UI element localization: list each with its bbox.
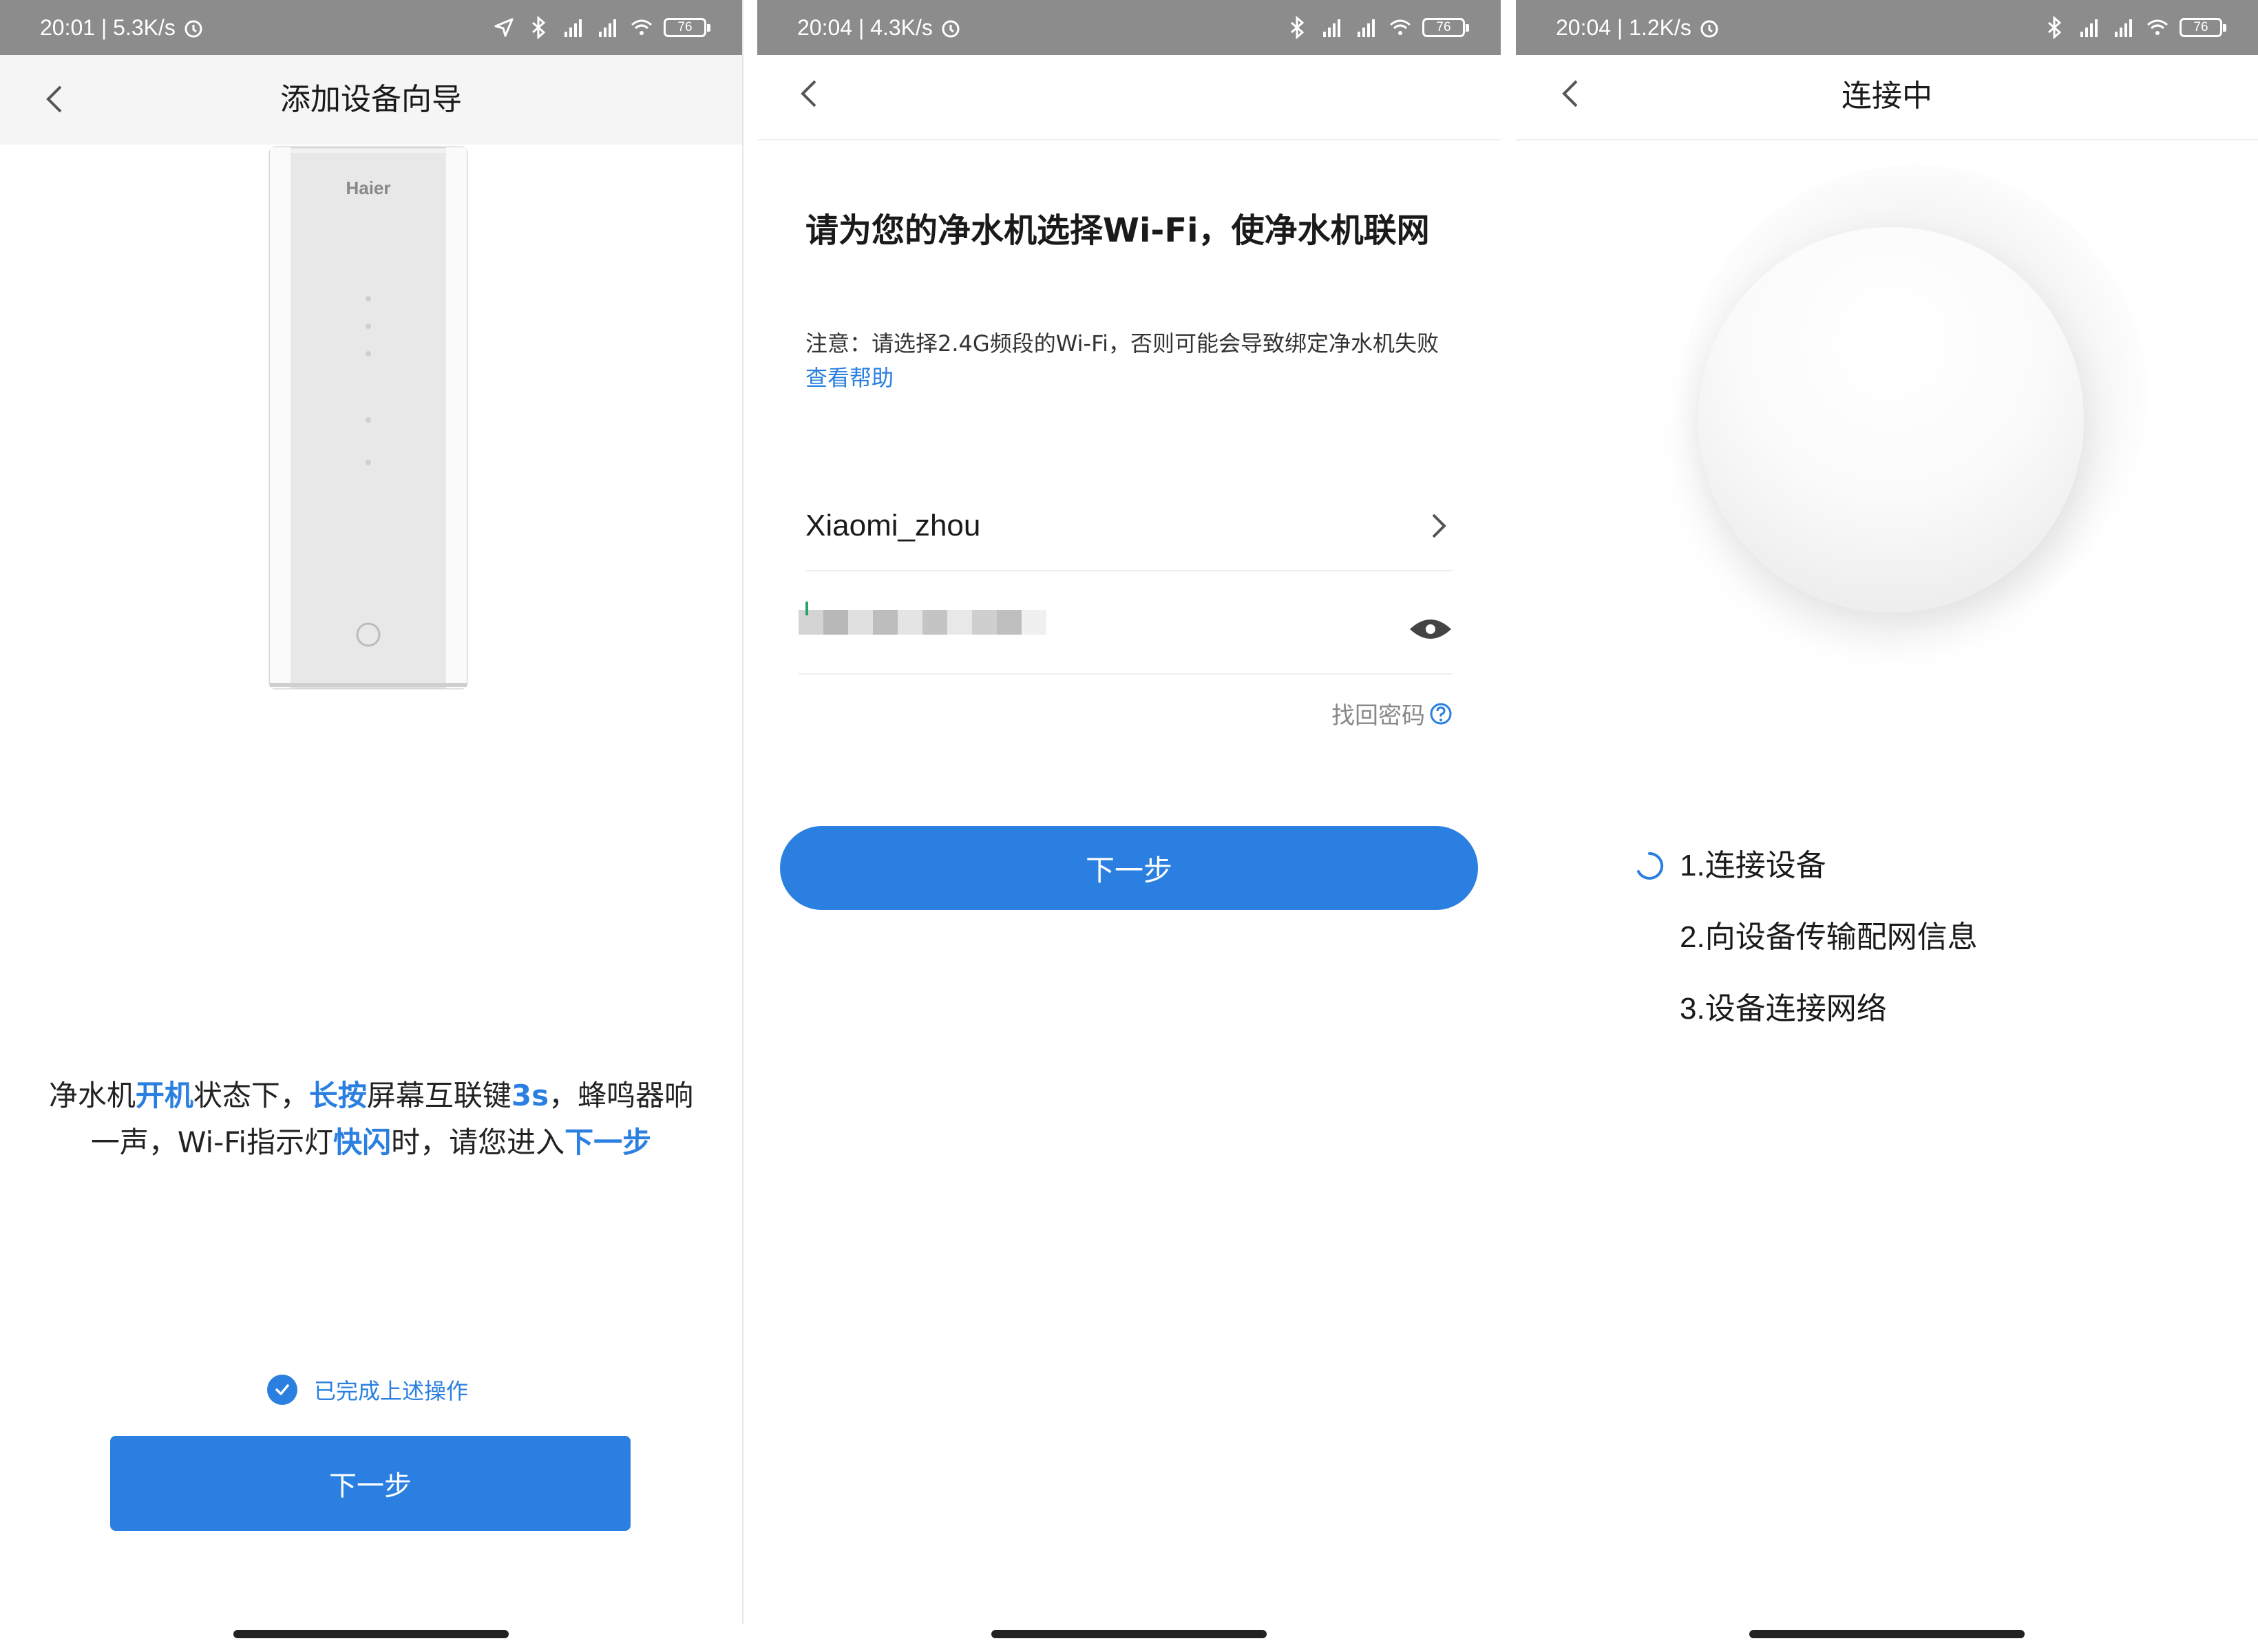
back-button[interactable] xyxy=(789,74,827,113)
wifi-icon xyxy=(1390,19,1411,35)
wifi-icon xyxy=(2147,19,2168,35)
status-bar: 20:01 | 5.3K/s 76 xyxy=(0,0,742,55)
signal-icon-2 xyxy=(599,19,616,37)
bluetooth-icon xyxy=(1291,15,1305,40)
connection-steps: 1.连接设备 2.向设备传输配网信息 3.设备连接网络 xyxy=(1633,838,1978,1053)
next-button[interactable]: 下一步 xyxy=(110,1436,631,1531)
step-item: 3.设备连接网络 xyxy=(1633,982,1978,1053)
page-title: 连接中 xyxy=(1842,79,1932,113)
signal-icon-2 xyxy=(1358,19,1375,37)
status-bar: 20:04 | 4.3K/s 76 xyxy=(757,0,1501,55)
water-purifier-image: Haier xyxy=(268,146,468,690)
status-time-speed: 20:04 | 1.2K/s xyxy=(1556,15,1691,40)
panel-divider-line xyxy=(742,0,743,1624)
alarm-icon xyxy=(184,20,202,38)
text-cursor xyxy=(805,602,808,615)
loading-spinner-icon xyxy=(1637,851,1664,880)
step-item: 2.向设备传输配网信息 xyxy=(1633,910,1978,982)
signal-icon xyxy=(1323,19,1340,37)
panel-divider xyxy=(742,0,757,1652)
nav-separator xyxy=(1516,139,2258,140)
status-bar: 20:04 | 1.2K/s 76 xyxy=(1516,0,2258,55)
help-question-icon xyxy=(1430,703,1452,724)
password-masked-value xyxy=(799,610,1046,635)
password-field[interactable] xyxy=(799,585,1453,675)
wifi-network-selector[interactable]: Xiaomi_zhou xyxy=(805,482,1453,571)
panel-wifi-select: 20:04 | 4.3K/s 76 请为您的净水机选择Wi-Fi，使净水机联网 … xyxy=(757,0,1501,1652)
confirm-checkbox[interactable]: 已完成上述操作 xyxy=(267,1374,468,1406)
next-button[interactable]: 下一步 xyxy=(780,826,1478,910)
status-time-speed: 20:04 | 4.3K/s xyxy=(797,15,933,40)
signal-icon xyxy=(564,19,582,37)
battery-indicator: 76 xyxy=(664,18,710,37)
alarm-icon xyxy=(1700,20,1718,38)
nav-bar xyxy=(757,55,1501,140)
wifi-icon xyxy=(631,19,652,35)
step-label: 2.向设备传输配网信息 xyxy=(1680,920,1978,954)
home-indicator[interactable] xyxy=(233,1630,509,1638)
alarm-icon xyxy=(942,20,960,38)
nav-separator xyxy=(757,139,1501,140)
eye-icon[interactable] xyxy=(1408,614,1453,644)
instruction-text: 净水机开机状态下，长按屏幕互联键3s，蜂鸣器响一声，Wi-Fi指示灯快闪时，请您… xyxy=(48,1079,694,1159)
nav-bar: 连接中 xyxy=(1516,55,2258,140)
panel-add-device-guide: 20:01 | 5.3K/s 76 添加设备向导 Haier 净水机开机状态下，… xyxy=(0,0,742,1652)
confirm-label: 已完成上述操作 xyxy=(314,1378,469,1404)
device-brand-text: Haier xyxy=(346,178,390,198)
nav-bar: 添加设备向导 xyxy=(0,55,742,145)
step-label: 3.设备连接网络 xyxy=(1680,992,1887,1026)
checkmark-icon[interactable] xyxy=(267,1375,297,1405)
band-note: 注意：请选择2.4G频段的Wi-Fi，否则可能会导致绑定净水机失败 查看帮助 xyxy=(805,326,1453,395)
home-indicator[interactable] xyxy=(1749,1630,2025,1638)
band-note-text: 注意：请选择2.4G频段的Wi-Fi，否则可能会导致绑定净水机失败 xyxy=(805,330,1439,357)
forgot-password-link[interactable]: 找回密码 xyxy=(1331,697,1453,730)
forgot-password-label: 找回密码 xyxy=(1331,702,1425,730)
connection-orb xyxy=(1698,227,2084,613)
panel-divider xyxy=(1501,0,1516,1652)
wifi-heading: 请为您的净水机选择Wi-Fi，使净水机联网 xyxy=(805,211,1430,250)
battery-indicator: 76 xyxy=(1422,18,1469,37)
page-title: 添加设备向导 xyxy=(280,83,462,116)
panel-connecting: 20:04 | 1.2K/s 76 连接中 1.连接设备 2.向设备传输配网信息… xyxy=(1516,0,2258,1652)
chevron-right-icon xyxy=(1432,513,1446,538)
location-icon xyxy=(494,18,514,37)
signal-icon-2 xyxy=(2115,19,2132,37)
home-indicator[interactable] xyxy=(991,1630,1267,1638)
status-time-speed: 20:01 | 5.3K/s xyxy=(40,15,176,40)
step-item: 1.连接设备 xyxy=(1633,838,1978,910)
help-link[interactable]: 查看帮助 xyxy=(805,365,894,391)
step-label: 1.连接设备 xyxy=(1680,849,1826,882)
bluetooth-icon xyxy=(532,15,546,40)
bluetooth-icon xyxy=(2048,15,2062,40)
battery-indicator: 76 xyxy=(2180,18,2226,37)
wifi-name: Xiaomi_zhou xyxy=(805,509,981,542)
chevron-left-icon xyxy=(801,80,816,107)
signal-icon xyxy=(2080,19,2098,37)
